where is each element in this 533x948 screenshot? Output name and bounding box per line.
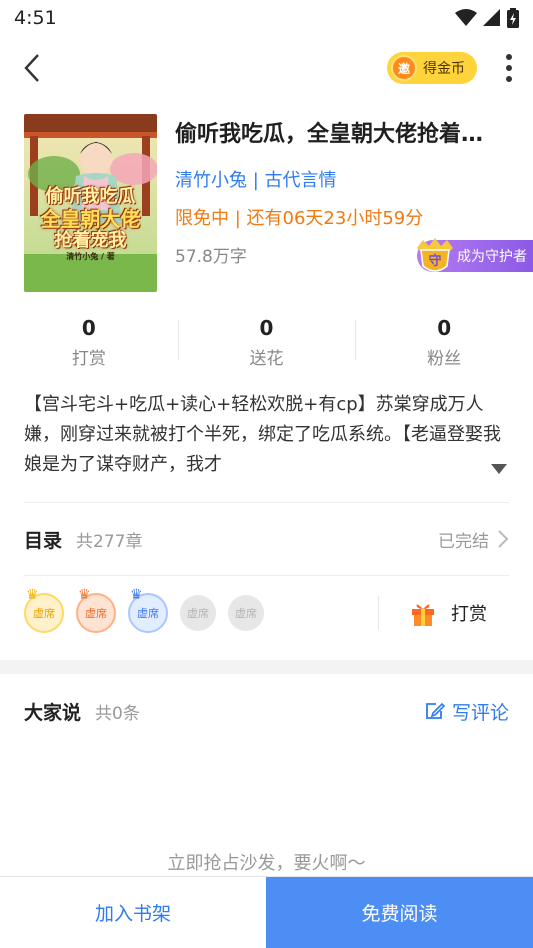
tip-seat-first: ♛ 虚席 bbox=[24, 587, 64, 633]
stat-value: 0 bbox=[437, 316, 452, 340]
tip-ranking-row: ♛ 虚席 ♛ 虚席 ♛ 虚席 虚席 虚席 打赏 bbox=[24, 576, 509, 650]
description-text: 【宫斗宅斗+吃瓜+读心+轻松欢脱+有cp】苏棠穿成万人嫌，刚穿过来就被打个半死，… bbox=[24, 394, 501, 475]
seat-label: 虚席 bbox=[187, 607, 209, 620]
stat-label: 粉丝 bbox=[427, 349, 462, 369]
free-countdown: 限免中 | 还有06天23小时59分 bbox=[175, 208, 424, 229]
crown-icon: ♛ bbox=[26, 587, 39, 603]
book-cover[interactable]: 偷听我吃瓜 全皇朝大佬 抢着宠我 清竹小兔 / 著 bbox=[24, 114, 157, 292]
crown-icon: ♛ bbox=[130, 587, 143, 603]
author-category[interactable]: 清竹小兔 | 古代言情 bbox=[175, 166, 509, 192]
tip-seat-empty: 虚席 bbox=[228, 595, 264, 631]
catalog-left: 目录 共277章 bbox=[24, 526, 142, 553]
status-bar: 4:51 bbox=[0, 0, 533, 36]
status-icons bbox=[455, 8, 519, 28]
stat-label: 送花 bbox=[249, 349, 284, 369]
book-info: 偷听我吃瓜 全皇朝大佬 抢着宠我 清竹小兔 / 著 偷听我吃瓜，全皇朝大佬抢着宠… bbox=[0, 100, 533, 292]
catalog-row[interactable]: 目录 共277章 已完结 bbox=[24, 503, 509, 575]
guardian-shield-icon: 守 bbox=[417, 238, 453, 272]
chapter-count: 共277章 bbox=[76, 531, 143, 552]
battery-icon bbox=[507, 8, 519, 28]
book-stats: 0 打赏 0 送花 0 粉丝 bbox=[0, 316, 533, 369]
tip-seats[interactable]: ♛ 虚席 ♛ 虚席 ♛ 虚席 虚席 虚席 bbox=[24, 587, 378, 633]
stat-value: 0 bbox=[81, 316, 96, 340]
wifi-icon bbox=[455, 9, 477, 26]
status-time: 4:51 bbox=[14, 7, 57, 29]
tip-button-label: 打赏 bbox=[451, 604, 487, 625]
cover-title-line: 全皇朝大佬 bbox=[40, 207, 141, 231]
free-read-button[interactable]: 免费阅读 bbox=[266, 877, 533, 948]
tip-button[interactable]: 打赏 bbox=[409, 599, 509, 627]
expand-arrow-icon[interactable] bbox=[491, 464, 507, 474]
cover-title: 偷听我吃瓜 全皇朝大佬 抢着宠我 清竹小兔 / 著 bbox=[24, 186, 157, 262]
seat-label: 虚席 bbox=[137, 607, 159, 620]
earn-coins-label: 得金币 bbox=[423, 61, 465, 77]
more-menu-icon[interactable] bbox=[505, 53, 513, 83]
guardian-label: 成为守护者 bbox=[457, 249, 527, 265]
catalog-title: 目录 bbox=[24, 529, 63, 552]
cover-author: 清竹小兔 / 著 bbox=[66, 252, 115, 261]
book-title: 偷听我吃瓜，全皇朝大佬抢着宠我 bbox=[175, 122, 499, 147]
invite-icon: 邀 bbox=[391, 55, 417, 81]
cover-title-line: 抢着宠我 bbox=[54, 230, 127, 251]
stat-flowers: 0 送花 bbox=[177, 316, 356, 369]
signal-icon bbox=[483, 9, 500, 26]
divider bbox=[378, 596, 379, 630]
stat-tips: 0 打赏 bbox=[0, 316, 178, 369]
write-comment-label: 写评论 bbox=[451, 701, 509, 724]
book-description[interactable]: 【宫斗宅斗+吃瓜+读心+轻松欢脱+有cp】苏棠穿成万人嫌，刚穿过来就被打个半死，… bbox=[24, 390, 509, 482]
edit-icon bbox=[426, 702, 446, 719]
tip-seat-second: ♛ 虚席 bbox=[76, 587, 116, 633]
guardian-shield-char: 守 bbox=[428, 253, 441, 269]
seat-label: 虚席 bbox=[235, 607, 257, 620]
top-nav: 邀 得金币 bbox=[0, 36, 533, 100]
catalog-status: 已完结 bbox=[438, 527, 509, 552]
tip-seat-empty: 虚席 bbox=[180, 595, 216, 631]
comments-title: 大家说 bbox=[24, 701, 82, 724]
comments-header: 大家说 共0条 写评论 bbox=[0, 674, 533, 748]
back-icon[interactable] bbox=[22, 53, 42, 83]
completion-status: 已完结 bbox=[438, 531, 489, 552]
tip-seat-third: ♛ 虚席 bbox=[128, 587, 168, 633]
write-comment-button[interactable]: 写评论 bbox=[424, 698, 509, 725]
stat-label: 打赏 bbox=[71, 349, 106, 369]
empty-comments-text: 立即抢占沙发，要火啊～ bbox=[167, 853, 366, 874]
bottom-action-bar: 加入书架 免费阅读 bbox=[0, 876, 533, 948]
nav-actions: 邀 得金币 bbox=[387, 52, 513, 84]
cover-title-line: 偷听我吃瓜 bbox=[45, 186, 136, 207]
section-gap bbox=[0, 660, 533, 674]
earn-coins-button[interactable]: 邀 得金币 bbox=[387, 52, 477, 84]
comments-title-group: 大家说 共0条 bbox=[24, 698, 140, 725]
stat-fans[interactable]: 0 粉丝 bbox=[355, 316, 533, 369]
crown-icon: ♛ bbox=[78, 587, 91, 603]
seat-label: 虚席 bbox=[33, 607, 55, 620]
stat-value: 0 bbox=[259, 316, 274, 340]
seat-label: 虚席 bbox=[85, 607, 107, 620]
become-guardian-button[interactable]: 守 成为守护者 bbox=[417, 238, 533, 272]
gift-icon bbox=[412, 604, 434, 626]
chevron-right-icon bbox=[498, 530, 509, 548]
comments-count: 共0条 bbox=[95, 703, 140, 724]
add-to-shelf-button[interactable]: 加入书架 bbox=[0, 877, 266, 948]
